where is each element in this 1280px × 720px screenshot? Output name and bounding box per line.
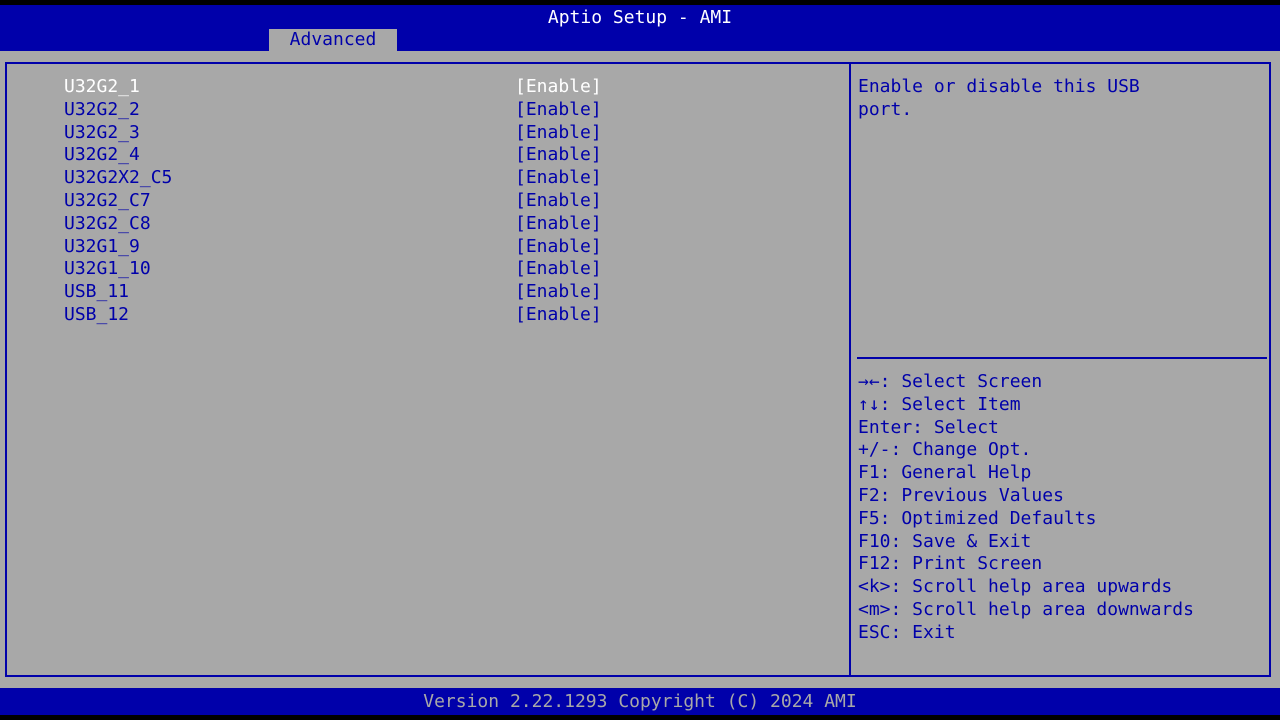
setting-row-u32g2-c8[interactable]: U32G2_C8 [Enable] [64,213,824,236]
settings-list: U32G2_1 [Enable] U32G2_2 [Enable] U32G2_… [64,76,824,327]
setting-label: U32G2X2_C5 [64,167,173,189]
key-legend: →←: Select Screen ↑↓: Select Item Enter:… [858,371,1194,645]
setting-label: U32G2_C7 [64,189,151,211]
setting-label: U32G1_9 [64,235,140,257]
main-panel: U32G2_1 [Enable] U32G2_2 [Enable] U32G2_… [0,51,1280,688]
setting-value[interactable]: [Enable] [515,144,602,167]
key-hint: +/-: Change Opt. [858,439,1032,461]
setting-row-u32g2-1[interactable]: U32G2_1 [Enable] [64,76,824,99]
setting-value[interactable]: [Enable] [515,236,602,259]
version-footer: Version 2.22.1293 Copyright (C) 2024 AMI [0,688,1280,715]
setting-row-u32g1-10[interactable]: U32G1_10 [Enable] [64,258,824,281]
key-hint: F10: Save & Exit [858,530,1032,552]
header-bar: Aptio Setup - AMI Advanced [0,5,1280,51]
setting-label: U32G2_2 [64,98,140,120]
setting-value[interactable]: [Enable] [515,167,602,190]
setting-label: USB_11 [64,281,130,303]
key-hint: F1: General Help [858,462,1032,484]
setting-label: U32G2_C8 [64,212,151,234]
key-hint: <k>: Scroll help area upwards [858,576,1173,598]
key-hint: ESC: Exit [858,621,956,643]
setting-value[interactable]: [Enable] [515,190,602,213]
setting-row-u32g2-c7[interactable]: U32G2_C7 [Enable] [64,190,824,213]
key-hint: Enter: Select [858,416,999,438]
key-hint: →←: Select Screen [858,371,1043,392]
help-divider [857,357,1267,359]
setting-value[interactable]: [Enable] [515,213,602,236]
key-hint: <m>: Scroll help area downwards [858,598,1194,620]
key-hint: F2: Previous Values [858,484,1064,506]
setting-row-u32g1-9[interactable]: U32G1_9 [Enable] [64,236,824,259]
setting-label: USB_12 [64,303,130,325]
setting-label: U32G1_10 [64,258,151,280]
setting-row-u32g2x2-c5[interactable]: U32G2X2_C5 [Enable] [64,167,824,190]
app-title: Aptio Setup - AMI [547,7,733,28]
setting-value[interactable]: [Enable] [515,281,602,304]
setting-row-usb-11[interactable]: USB_11 [Enable] [64,281,824,304]
setting-row-u32g2-4[interactable]: U32G2_4 [Enable] [64,144,824,167]
setting-row-u32g2-2[interactable]: U32G2_2 [Enable] [64,99,824,122]
setting-value[interactable]: [Enable] [515,304,602,327]
key-hint: F5: Optimized Defaults [858,507,1097,529]
setting-label: U32G2_4 [64,144,140,166]
key-hint: F12: Print Screen [858,553,1043,575]
setting-value[interactable]: [Enable] [515,76,602,99]
setting-label: U32G2_1 [64,76,140,97]
setting-value[interactable]: [Enable] [515,122,602,145]
setting-row-u32g2-3[interactable]: U32G2_3 [Enable] [64,122,824,145]
bottom-edge [0,715,1280,720]
tab-advanced[interactable]: Advanced [269,29,397,51]
setting-value[interactable]: [Enable] [515,99,602,122]
setting-label: U32G2_3 [64,121,140,143]
setting-row-usb-12[interactable]: USB_12 [Enable] [64,304,824,327]
setting-value[interactable]: [Enable] [515,258,602,281]
help-text: Enable or disable this USB port. [858,76,1140,120]
vertical-divider [849,62,851,677]
key-hint: ↑↓: Select Item [858,393,1021,415]
